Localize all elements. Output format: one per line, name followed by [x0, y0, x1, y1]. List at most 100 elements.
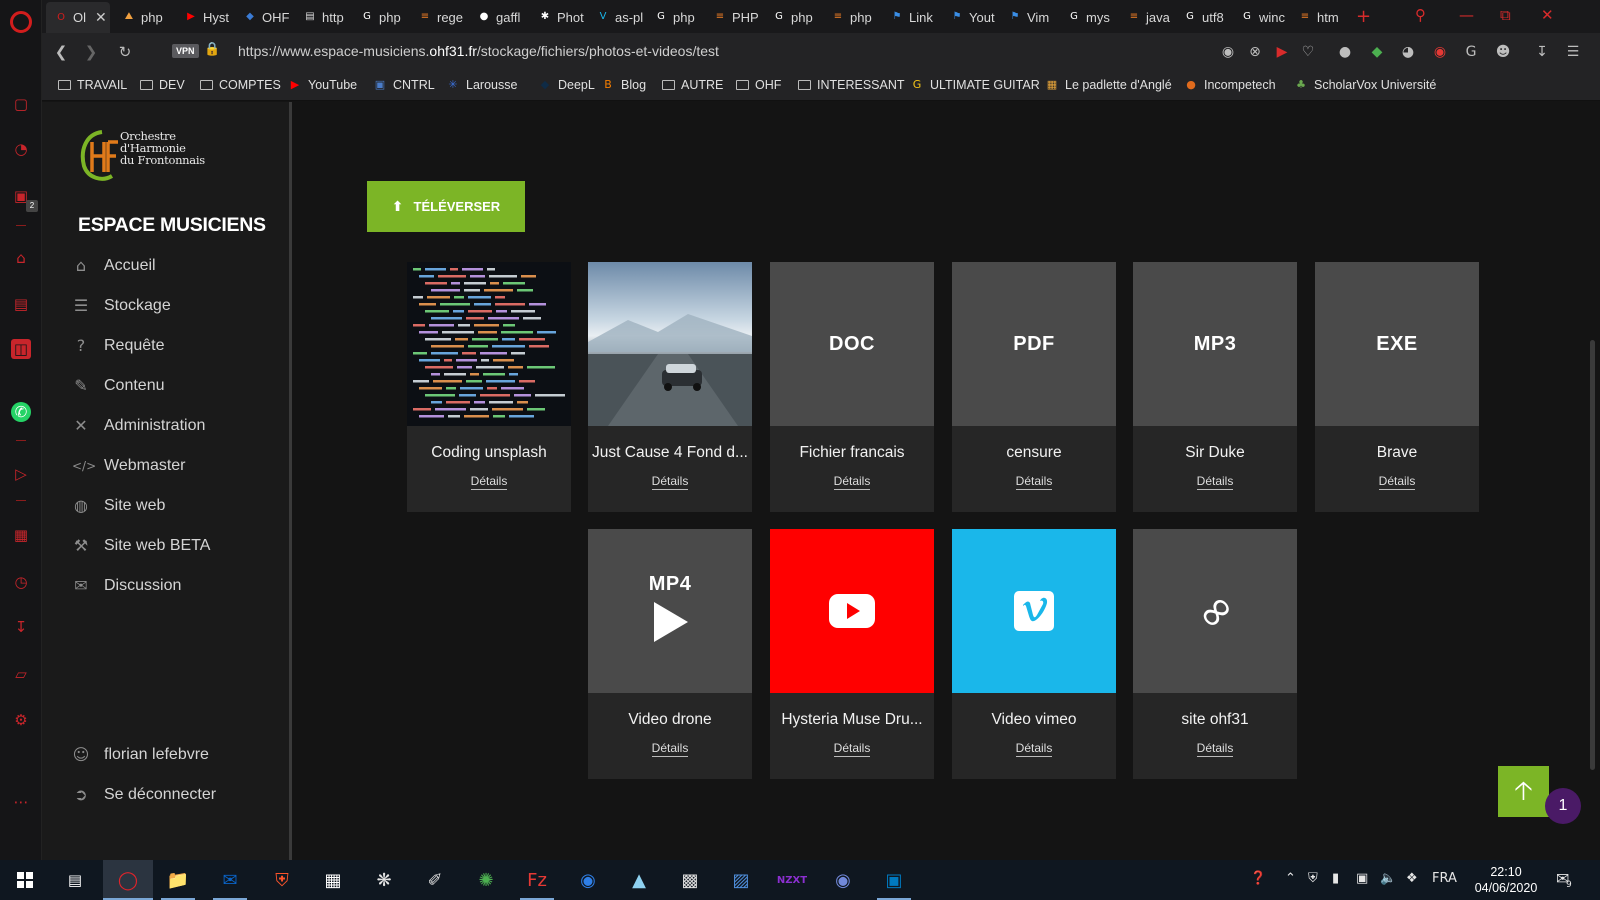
file-thumbnail[interactable]	[588, 262, 752, 426]
minimize-button[interactable]: —	[1459, 6, 1474, 24]
taskbar-brave-icon[interactable]: ⛨	[257, 860, 307, 900]
file-card[interactable]: DOC Fichier francais Détails	[770, 262, 934, 512]
bookmark-item[interactable]: AUTRE	[662, 78, 723, 92]
taskbar-maps-icon[interactable]: ◉	[563, 860, 613, 900]
browser-tab[interactable]: ▶ Hyst	[176, 5, 232, 29]
send-icon[interactable]: ▷	[11, 464, 31, 484]
browser-tab[interactable]: Gmys	[1059, 5, 1115, 29]
sidebar-item-discussion[interactable]: ✉ Discussion	[72, 577, 181, 595]
file-card[interactable]: EXE Brave Détails	[1315, 262, 1479, 512]
system-clock[interactable]: 22:10 04/06/2020	[1468, 864, 1544, 896]
file-thumbnail[interactable]	[952, 529, 1116, 693]
close-tab-icon[interactable]: ✕	[95, 10, 107, 26]
volume-tray-icon[interactable]: 🔈	[1380, 871, 1396, 886]
speedometer-icon[interactable]: ◕	[1398, 42, 1418, 62]
bookmark-item[interactable]: ● Incompetech	[1184, 78, 1275, 92]
defender-tray-icon[interactable]: ⛨	[1308, 871, 1318, 886]
book-icon[interactable]: ◫	[11, 339, 31, 359]
browser-tab[interactable]: ≡ php	[823, 5, 879, 29]
file-thumbnail[interactable]: PDF	[952, 262, 1116, 426]
download-icon[interactable]: ↧	[11, 617, 31, 637]
windows-start-icon[interactable]	[0, 860, 50, 900]
bookmark-item[interactable]: ▣ CNTRL	[373, 78, 435, 92]
browser-tab[interactable]: Vas-pl	[588, 5, 644, 29]
browser-tab[interactable]: ● gaffl	[469, 5, 525, 29]
reload-button[interactable]: ↻	[115, 42, 135, 62]
heart-icon[interactable]: ♡	[1298, 42, 1318, 62]
browser-tab[interactable]: ◆ OHF	[235, 5, 291, 29]
taskbar-trello-icon[interactable]: ▣	[869, 860, 919, 900]
browser-tab[interactable]: ≡ PHP	[705, 5, 761, 29]
browser-tab[interactable]: ≡ java	[1119, 5, 1175, 29]
sidebar-item-administration[interactable]: ✕ Administration	[72, 417, 205, 435]
cube-icon[interactable]: ▱	[11, 664, 31, 684]
bookmark-item[interactable]: G ULTIMATE GUITAR	[910, 78, 1040, 92]
file-card[interactable]: MP3 Sir Duke Détails	[1133, 262, 1297, 512]
bookmark-item[interactable]: COMPTES	[200, 78, 281, 92]
flow-icon[interactable]: ▶	[1272, 42, 1292, 62]
ublock-icon[interactable]: ◉	[1430, 42, 1450, 62]
file-thumbnail[interactable]: DOC	[770, 262, 934, 426]
browser-tab[interactable]: Gphp	[352, 5, 408, 29]
details-link[interactable]: Détails	[1196, 474, 1234, 490]
home-rail-icon[interactable]: ⌂	[11, 248, 31, 268]
details-link[interactable]: Détails	[651, 741, 689, 757]
taskbar-discord-icon[interactable]: ◉	[818, 860, 868, 900]
cube-extension-icon[interactable]: ◆	[1367, 42, 1387, 62]
file-card[interactable]: Coding unsplash Détails	[407, 262, 571, 512]
browser-tab[interactable]: ≡ htm	[1290, 5, 1346, 29]
user-profile-link[interactable]: ☺ florian lefebvre	[72, 746, 209, 764]
browser-tab[interactable]: Gwinc	[1232, 5, 1288, 29]
file-thumbnail[interactable]	[770, 529, 934, 693]
browser-tab[interactable]: ⛰ php	[114, 5, 170, 29]
taskbar-calculator-icon[interactable]: ▦	[308, 860, 358, 900]
file-card[interactable]: Hysteria Muse Dru... Détails	[770, 529, 934, 779]
details-link[interactable]: Détails	[1015, 741, 1053, 757]
browser-tab[interactable]: ⚑ Link	[882, 5, 938, 29]
bookmark-item[interactable]: OHF	[736, 78, 781, 92]
help-tray-icon[interactable]: ❓	[1250, 871, 1266, 886]
sidebar-item-requ-te[interactable]: ? Requête	[72, 337, 165, 355]
url-field[interactable]: https://www.espace-musiciens.ohf31.fr/st…	[238, 43, 719, 59]
ohf-logo[interactable]: Orchestre d'Harmonie du Frontonnais	[78, 128, 238, 184]
adblock-icon[interactable]: ●	[1335, 42, 1355, 62]
browser-tab[interactable]: ▤ http	[295, 5, 351, 29]
search-tabs-icon[interactable]: ⚲	[1415, 6, 1426, 24]
action-center-icon[interactable]: ✉ 9	[1556, 869, 1572, 890]
bookmark-item[interactable]: ▶ YouTube	[288, 78, 357, 92]
close-window-button[interactable]: ✕	[1541, 6, 1554, 24]
details-link[interactable]: Détails	[1196, 741, 1234, 757]
bookmark-item[interactable]: ♣ ScholarVox Université	[1294, 78, 1436, 92]
file-thumbnail[interactable]: EXE	[1315, 262, 1479, 426]
notification-badge[interactable]: 1	[1545, 788, 1581, 824]
taskbar-opera-icon[interactable]: ◯	[103, 860, 153, 900]
bookmark-item[interactable]: TRAVAIL	[58, 78, 127, 92]
downloads-icon[interactable]: ↧	[1532, 42, 1552, 62]
settings-icon[interactable]: ⚙	[11, 710, 31, 730]
taskbar-paint-icon[interactable]: ❋	[359, 860, 409, 900]
file-card[interactable]: Video vimeo Détails	[952, 529, 1116, 779]
file-card[interactable]: PDF censure Détails	[952, 262, 1116, 512]
camera-icon[interactable]: ◉	[1218, 42, 1238, 62]
bookmark-item[interactable]: ✳ Larousse	[446, 78, 517, 92]
file-card[interactable]: MP4 Video drone Détails	[588, 529, 752, 779]
more-icon[interactable]: ⋯	[11, 792, 31, 812]
sidebar-item-site-web[interactable]: ◍ Site web	[72, 497, 165, 515]
lock-icon[interactable]: 🔒	[204, 42, 220, 57]
grammarly-icon[interactable]: G	[1461, 42, 1481, 62]
browser-tab[interactable]: Gphp	[764, 5, 820, 29]
forward-button[interactable]: ❯	[81, 42, 101, 62]
details-link[interactable]: Détails	[833, 741, 871, 757]
gamepad-icon[interactable]: ▢	[11, 94, 31, 114]
sidebar-item-webmaster[interactable]: </> Webmaster	[72, 457, 186, 475]
new-tab-button[interactable]: +	[1356, 6, 1371, 27]
scroll-to-top-button[interactable]: 🡡	[1498, 766, 1549, 817]
grid-icon[interactable]: ▦	[11, 525, 31, 545]
language-indicator[interactable]: FRA	[1432, 871, 1457, 886]
bookmark-item[interactable]: ◆ DeepL	[538, 78, 595, 92]
controller-icon[interactable]: ▤	[11, 294, 31, 314]
taskbar-nzxt-icon[interactable]: NZXT	[767, 860, 817, 900]
speed-dial-icon[interactable]: ◔	[11, 139, 31, 159]
details-link[interactable]: Détails	[1378, 474, 1416, 490]
sidebar-item-accueil[interactable]: ⌂ Accueil	[72, 257, 156, 275]
